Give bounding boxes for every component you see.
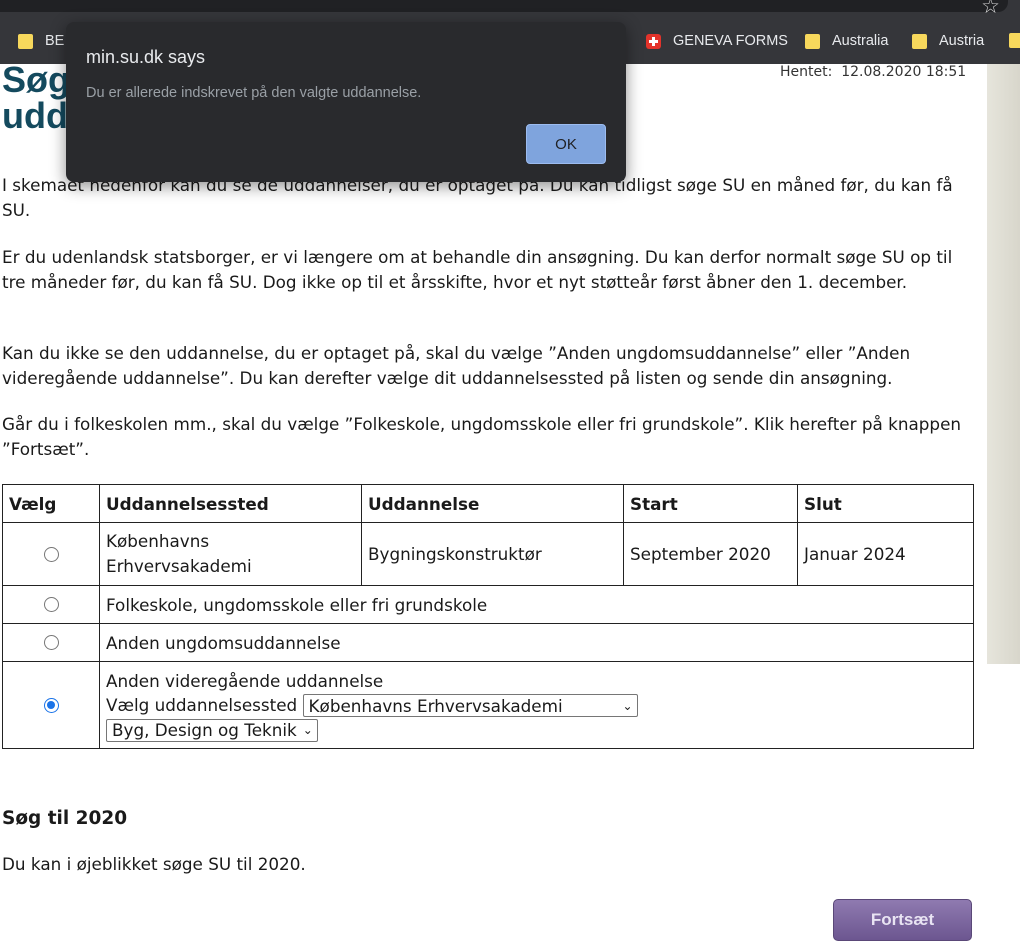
bookmark-geneva-forms[interactable]: GENEVA FORMS [646, 33, 788, 49]
header-vaelg: Vælg [2, 484, 100, 523]
cell-anden-ungdomsuddannelse: Anden ungdomsuddannelse [99, 623, 974, 662]
bookmark-label: BE [45, 33, 65, 49]
header-slut: Slut [797, 484, 974, 523]
radio-cell [2, 661, 100, 749]
foreign-citizen-paragraph: Er du udenlandsk statsborger, er vi læng… [2, 247, 953, 292]
radio-cell [2, 585, 100, 624]
header-uddannelsessted: Uddannelsessted [99, 484, 362, 523]
bookmark-label: Australia [832, 33, 889, 49]
header-uddannelse: Uddannelse [361, 484, 624, 523]
folder-icon [18, 33, 33, 49]
education-table: Vælg Uddannelsessted Uddannelse Start Sl… [2, 484, 974, 749]
continue-button[interactable]: Fortsæt [833, 899, 972, 941]
radio-cell [2, 522, 100, 586]
department-select-value: Byg, Design og Teknik [112, 720, 297, 740]
page-side-shade [987, 64, 1020, 664]
radio-row-3[interactable] [43, 635, 59, 650]
sted-line-1: Københavns [106, 531, 210, 551]
chevron-down-icon: ⌄ [622, 698, 633, 713]
header-start: Start [623, 484, 798, 523]
swiss-flag-icon [646, 33, 661, 49]
dialog-title: min.su.dk says [86, 47, 206, 67]
other-education-paragraph: Kan du ikke se den uddannelse, du er opt… [2, 343, 911, 388]
cell-folkeskole: Folkeskole, ungdomsskole eller fri grund… [99, 585, 974, 624]
folder-icon [912, 33, 927, 49]
browser-toolbar: ☆ [0, 0, 1020, 20]
cell-start: September 2020 [623, 522, 798, 586]
bookmark-austria[interactable]: Austria [912, 33, 984, 49]
institution-select-value: Københavns Erhvervsakademi [308, 695, 563, 716]
radio-row-2[interactable] [43, 597, 59, 612]
bookmark-label: Austria [939, 33, 985, 49]
sted-line-2: Erhvervsakademi [106, 556, 252, 576]
institution-select[interactable]: Københavns Erhvervsakademi ⌄ [302, 694, 638, 717]
table-header-row: Vælg Uddannelsessted Uddannelse Start Sl… [2, 484, 974, 523]
table-row: Københavns Erhvervsakademi Bygningskonst… [2, 522, 974, 586]
ok-button[interactable]: OK [526, 124, 606, 164]
folkeskole-paragraph: Går du i folkeskolen mm., skal du vælge … [2, 414, 962, 459]
cell-slut: Januar 2024 [797, 522, 974, 586]
folder-icon[interactable] [1009, 33, 1020, 48]
alert-dialog: min.su.dk says Du er allerede indskrevet… [66, 22, 626, 182]
dialog-message: Du er allerede indskrevet på den valgte … [86, 85, 422, 101]
table-row: Anden videregående uddannelse Vælg uddan… [2, 661, 974, 749]
address-bar[interactable] [0, 0, 1008, 12]
cell-anden-videregaaende: Anden videregående uddannelse Vælg uddan… [99, 661, 974, 749]
row-label: Anden videregående uddannelse [106, 670, 384, 691]
section-title: Søg til 2020 [2, 808, 128, 829]
select-label: Vælg uddannelsessted [106, 694, 298, 715]
radio-cell [2, 623, 100, 662]
table-row: Anden ungdomsuddannelse [2, 623, 974, 662]
table-row: Folkeskole, ungdomsskole eller fri grund… [2, 585, 974, 624]
section-text: Du kan i øjeblikket søge SU til 2020. [2, 854, 306, 874]
chevron-down-icon: ⌄ [302, 723, 313, 737]
bookmark-label: GENEVA FORMS [673, 33, 788, 49]
cell-uddannelsessted: Københavns Erhvervsakademi [99, 522, 362, 586]
star-icon[interactable]: ☆ [981, 0, 1000, 17]
bookmark-australia[interactable]: Australia [805, 33, 888, 49]
radio-row-4[interactable] [43, 697, 59, 713]
radio-row-1[interactable] [43, 546, 59, 562]
department-select[interactable]: Byg, Design og Teknik ⌄ [106, 718, 318, 742]
retrieved-timestamp: Hentet: 12.08.2020 18:51 [780, 64, 967, 80]
bookmark-be[interactable]: BE [18, 33, 64, 49]
cell-uddannelse: Bygningskonstruktør [361, 522, 624, 586]
folder-icon [805, 33, 820, 49]
